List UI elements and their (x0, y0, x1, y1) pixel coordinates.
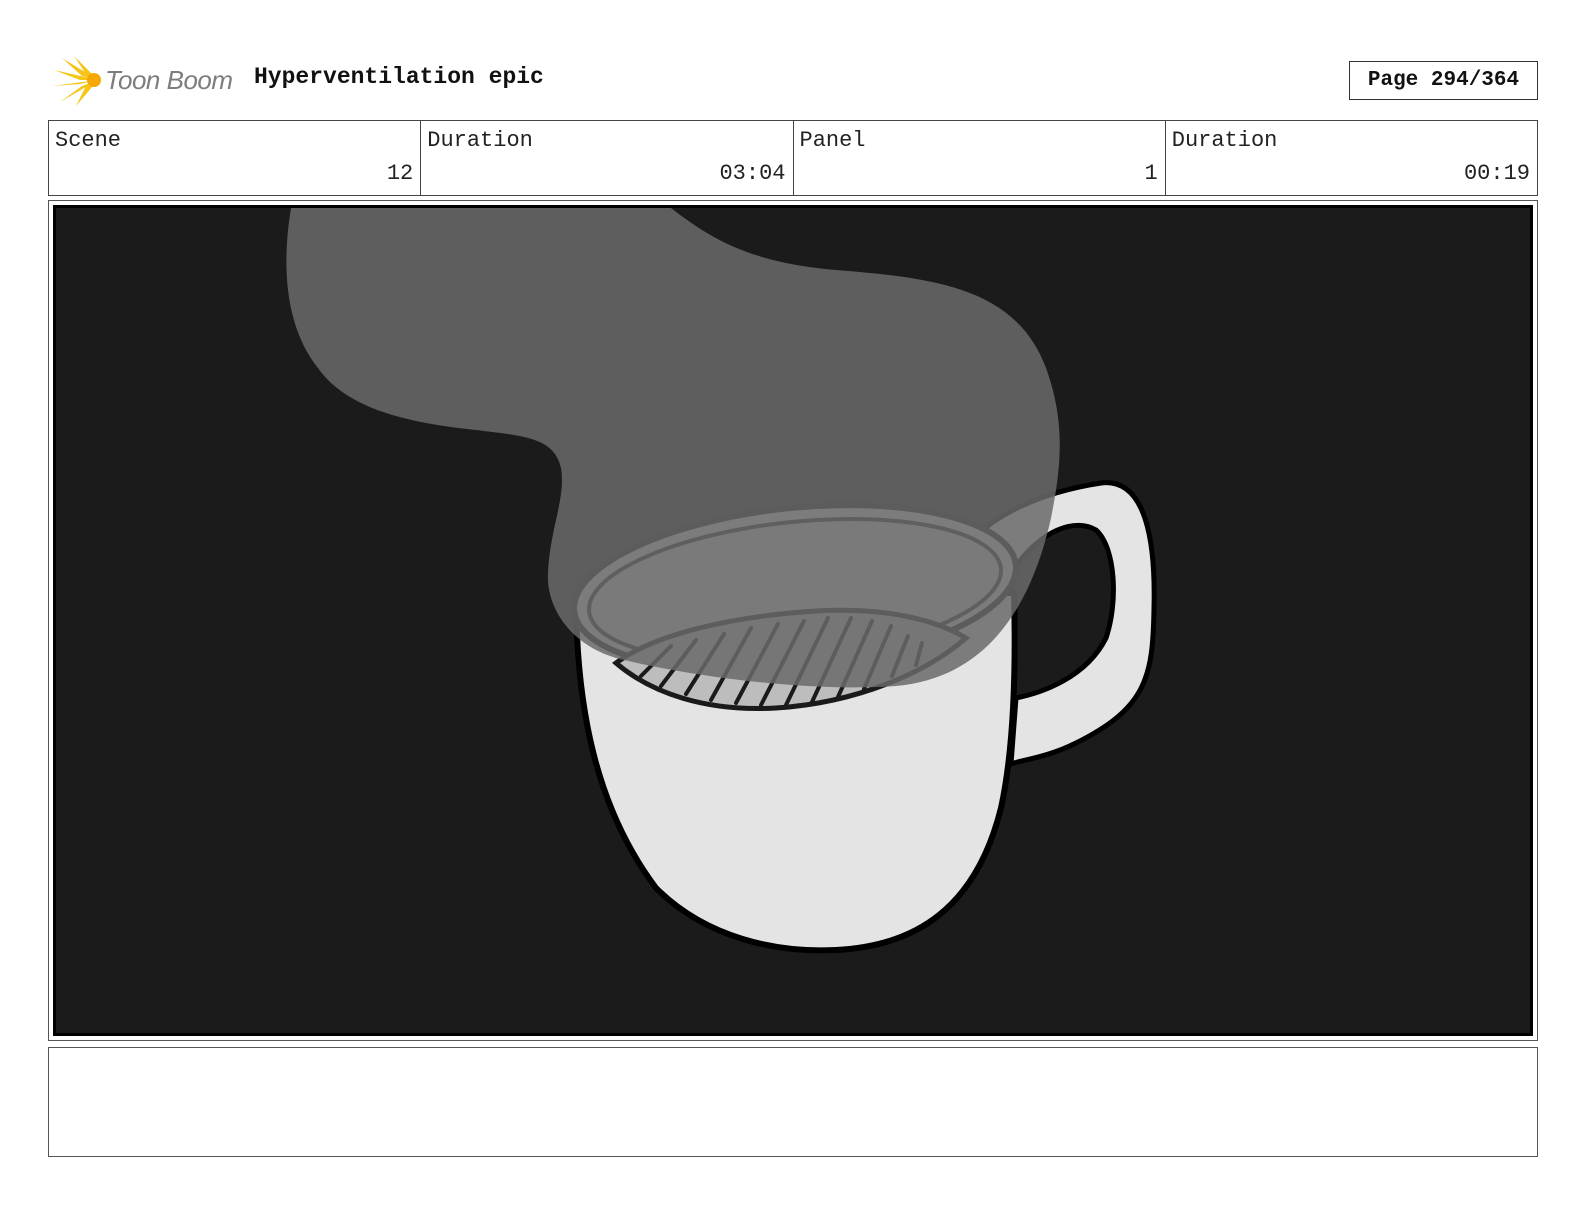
panel-cell: Panel 1 (794, 121, 1166, 195)
coffee-cup-drawing (56, 208, 1530, 1033)
panel-duration-label: Duration (1171, 128, 1278, 153)
panel-notes-box (48, 1047, 1538, 1157)
storyboard-panel-frame (48, 200, 1538, 1041)
scene-duration-label: Duration (427, 128, 533, 153)
panel-label: Panel (799, 128, 866, 153)
page-indicator: Page 294/364 (1349, 61, 1538, 100)
toon-boom-logo: Toon Boom (52, 56, 242, 106)
scene-label: Scene (55, 128, 122, 153)
scene-duration-cell: Duration 03:04 (421, 121, 794, 195)
logo-text: Toon Boom (105, 65, 233, 95)
document-title: Hyperventilation epic (254, 64, 544, 90)
panel-value: 1 (1144, 161, 1158, 186)
scene-duration-value: 03:04 (719, 161, 786, 186)
scene-value: 12 (386, 161, 414, 186)
scene-info-table: Scene 12 Duration 03:04 Panel 1 Duration… (48, 120, 1538, 196)
scene-cell: Scene 12 (49, 121, 422, 195)
storyboard-panel-image (53, 205, 1533, 1036)
starburst-icon (52, 56, 101, 106)
panel-duration-cell: Duration 00:19 (1166, 121, 1537, 195)
panel-duration-value: 00:19 (1463, 161, 1530, 186)
